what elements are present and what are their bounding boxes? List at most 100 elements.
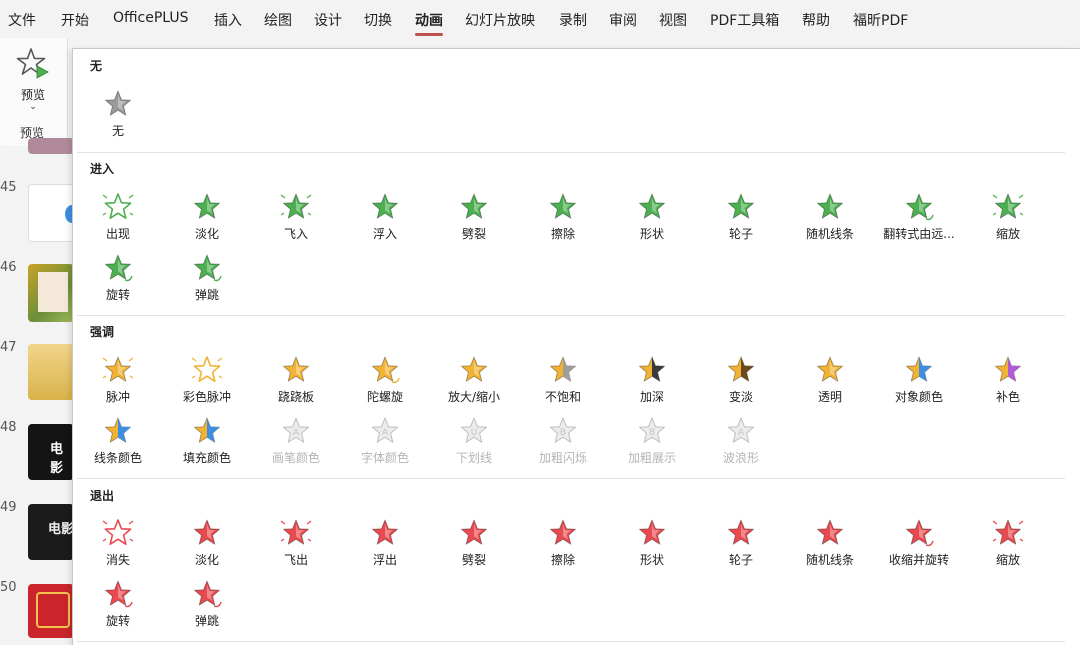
effect-label: 淡化 [194, 553, 219, 567]
object-color-icon [905, 356, 933, 382]
effect-exit-2[interactable]: 飞出 [252, 516, 340, 572]
svg-text:A: A [293, 428, 300, 438]
tab-1[interactable]: 开始 [61, 10, 89, 30]
effect-emphasis-13: A 画笔颜色 [252, 414, 340, 470]
effect-emphasis-3[interactable]: 陀螺旋 [341, 353, 429, 409]
effect-label: 线条颜色 [93, 451, 142, 465]
effect-exit-8[interactable]: 随机线条 [786, 516, 874, 572]
effect-emphasis-5[interactable]: 不饱和 [519, 353, 607, 409]
effect-label: 弹跳 [194, 288, 219, 302]
line-color-icon [104, 417, 132, 443]
slide-thumbnail[interactable]: 电影 [28, 504, 74, 560]
tab-0[interactable]: 文件 [8, 10, 36, 30]
tab-12[interactable]: PDF工具箱 [710, 10, 779, 30]
effect-entrance-0[interactable]: 出现 [74, 190, 162, 246]
split-icon [460, 193, 488, 219]
tab-9[interactable]: 录制 [559, 10, 587, 30]
slide-thumbnail[interactable] [28, 584, 74, 638]
wipe-icon [549, 193, 577, 219]
effect-exit-11[interactable]: 旋转 [74, 577, 162, 633]
tab-2[interactable]: OfficePLUS [113, 10, 189, 30]
effect-entrance-8[interactable]: 随机线条 [786, 190, 874, 246]
effect-exit-6[interactable]: 形状 [608, 516, 696, 572]
effect-exit-9[interactable]: 收缩并旋转 [875, 516, 963, 572]
preview-button[interactable]: 预览 ⌄ [10, 44, 56, 112]
effect-emphasis-2[interactable]: 跷跷板 [252, 353, 340, 409]
darken-icon [638, 356, 666, 382]
tab-11[interactable]: 视图 [659, 10, 687, 30]
effect-entrance-1[interactable]: 淡化 [163, 190, 251, 246]
effect-label: 随机线条 [805, 553, 854, 567]
effect-none_section-0[interactable]: 无 [74, 87, 162, 143]
tab-10[interactable]: 审阅 [609, 10, 637, 30]
slide-thumbnail[interactable] [28, 138, 74, 154]
effect-entrance-7[interactable]: 轮子 [697, 190, 785, 246]
tab-7[interactable]: 动画 [415, 10, 443, 36]
effect-entrance-5[interactable]: 擦除 [519, 190, 607, 246]
effect-exit-10[interactable]: 缩放 [964, 516, 1052, 572]
effect-emphasis-11[interactable]: 线条颜色 [74, 414, 162, 470]
slide-thumbnail[interactable] [28, 344, 74, 400]
fly-out-icon [280, 519, 312, 545]
bold-flash-icon: B [549, 417, 577, 443]
divider [77, 641, 1065, 642]
effect-emphasis-9[interactable]: 对象颜色 [875, 353, 963, 409]
effect-label: 弹跳 [194, 614, 219, 628]
slide-thumbnail[interactable]: 电影 [28, 424, 74, 480]
chevron-down-icon[interactable]: ⌄ [10, 102, 56, 112]
effect-emphasis-12[interactable]: 填充颜色 [163, 414, 251, 470]
svg-text:A: A [738, 428, 745, 438]
tab-14[interactable]: 福昕PDF [853, 10, 908, 30]
shape-icon [638, 193, 666, 219]
effect-label: 轮子 [728, 553, 753, 567]
slide-thumbnail[interactable] [28, 184, 74, 242]
tab-4[interactable]: 绘图 [264, 10, 292, 30]
random-bars-icon [816, 193, 844, 219]
effect-entrance-11[interactable]: 旋转 [74, 251, 162, 307]
effect-emphasis-0[interactable]: 脉冲 [74, 353, 162, 409]
effect-label: 收缩并旋转 [888, 553, 949, 567]
tab-6[interactable]: 切换 [364, 10, 392, 30]
tab-13[interactable]: 帮助 [802, 10, 830, 30]
effect-emphasis-8[interactable]: 透明 [786, 353, 874, 409]
effect-exit-3[interactable]: 浮出 [341, 516, 429, 572]
tab-8[interactable]: 幻灯片放映 [465, 10, 535, 30]
effect-emphasis-6[interactable]: 加深 [608, 353, 696, 409]
effect-entrance-9[interactable]: 翻转式由远... [875, 190, 963, 246]
tab-5[interactable]: 设计 [314, 10, 342, 30]
slide-thumbnail[interactable] [28, 264, 74, 322]
bounce-icon [193, 254, 222, 282]
effect-emphasis-4[interactable]: 放大/缩小 [430, 353, 518, 409]
effect-entrance-2[interactable]: 飞入 [252, 190, 340, 246]
spin-icon [371, 356, 400, 384]
effect-entrance-4[interactable]: 劈裂 [430, 190, 518, 246]
effect-label: 跷跷板 [277, 390, 314, 404]
effect-entrance-10[interactable]: 缩放 [964, 190, 1052, 246]
effect-emphasis-7[interactable]: 变淡 [697, 353, 785, 409]
effect-emphasis-1[interactable]: 彩色脉冲 [163, 353, 251, 409]
effect-exit-12[interactable]: 弹跳 [163, 577, 251, 633]
teeter-icon [282, 356, 310, 382]
wave-icon: A [727, 417, 755, 443]
effect-exit-5[interactable]: 擦除 [519, 516, 607, 572]
effect-label: 出现 [105, 227, 130, 241]
preview-star-icon [16, 48, 49, 79]
effect-entrance-3[interactable]: 浮入 [341, 190, 429, 246]
effect-label: 擦除 [550, 553, 575, 567]
effect-label: 旋转 [105, 614, 130, 628]
tab-3[interactable]: 插入 [214, 10, 242, 30]
effect-exit-0[interactable]: 消失 [74, 516, 162, 572]
wheel-out-icon [727, 519, 755, 545]
effect-entrance-6[interactable]: 形状 [608, 190, 696, 246]
svg-text:B: B [560, 428, 566, 438]
effect-emphasis-15: U 下划线 [430, 414, 518, 470]
color-pulse-icon [191, 356, 223, 383]
transparency-icon [816, 356, 844, 382]
effect-entrance-12[interactable]: 弹跳 [163, 251, 251, 307]
slide-thumb-text: 电影 [50, 442, 64, 476]
wheel-icon [727, 193, 755, 219]
effect-exit-1[interactable]: 淡化 [163, 516, 251, 572]
effect-exit-7[interactable]: 轮子 [697, 516, 785, 572]
effect-exit-4[interactable]: 劈裂 [430, 516, 518, 572]
effect-emphasis-10[interactable]: 补色 [964, 353, 1052, 409]
